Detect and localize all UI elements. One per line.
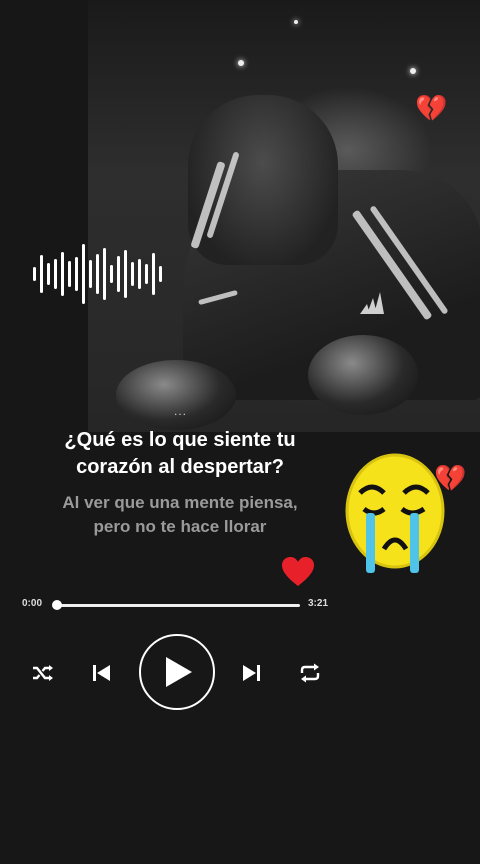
next-button[interactable] bbox=[238, 660, 264, 686]
waveform-bar bbox=[131, 262, 134, 286]
next-lyric-line: pero no te hace llorar bbox=[93, 517, 267, 536]
waveform-bar bbox=[68, 261, 71, 287]
current-lyric-line: corazón al despertar? bbox=[76, 456, 284, 478]
repeat-button[interactable] bbox=[297, 660, 323, 686]
progress-track[interactable] bbox=[55, 604, 300, 607]
skip-previous-icon bbox=[93, 665, 110, 681]
crying-face-icon bbox=[345, 453, 445, 573]
skip-next-icon bbox=[243, 665, 260, 681]
waveform-bar bbox=[124, 250, 127, 298]
waveform-bar bbox=[61, 252, 64, 296]
waveform-bar bbox=[110, 265, 113, 283]
play-icon bbox=[166, 657, 192, 687]
waveform-bar bbox=[33, 267, 36, 281]
next-lyric: Al ver que una mente piensa, pero no te … bbox=[0, 491, 360, 539]
waveform-bar bbox=[138, 259, 141, 289]
next-lyric-line: Al ver que una mente piensa, bbox=[62, 493, 298, 512]
more-indicator[interactable]: ... bbox=[174, 404, 187, 418]
waveform-bar bbox=[54, 259, 57, 289]
previous-button[interactable] bbox=[89, 660, 115, 686]
audio-waveform-icon bbox=[33, 238, 183, 310]
waveform-bar bbox=[152, 253, 155, 295]
waveform-bar bbox=[117, 256, 120, 292]
waveform-bar bbox=[40, 255, 43, 293]
waveform-bar bbox=[89, 260, 92, 288]
waveform-bar bbox=[96, 254, 99, 294]
cover-photo bbox=[88, 0, 480, 432]
play-button[interactable] bbox=[139, 634, 215, 710]
waveform-bar bbox=[75, 257, 78, 291]
waveform-bar bbox=[103, 248, 106, 300]
total-time: 3:21 bbox=[308, 598, 329, 609]
heart-icon[interactable] bbox=[281, 556, 315, 588]
waveform-bar bbox=[47, 263, 50, 285]
shuffle-icon bbox=[33, 665, 53, 681]
current-lyric-line: ¿Qué es lo que siente tu bbox=[64, 429, 296, 451]
waveform-bar bbox=[82, 244, 85, 304]
broken-heart-icon: 💔 bbox=[415, 93, 448, 123]
progress-thumb[interactable] bbox=[52, 600, 62, 610]
elapsed-time: 0:00 bbox=[22, 598, 43, 609]
waveform-bar bbox=[145, 264, 148, 284]
current-lyric: ¿Qué es lo que siente tu corazón al desp… bbox=[0, 427, 360, 481]
waveform-bar bbox=[159, 266, 162, 282]
shuffle-button[interactable] bbox=[30, 660, 56, 686]
broken-heart-icon: 💔 bbox=[434, 463, 467, 493]
repeat-icon bbox=[300, 663, 320, 683]
